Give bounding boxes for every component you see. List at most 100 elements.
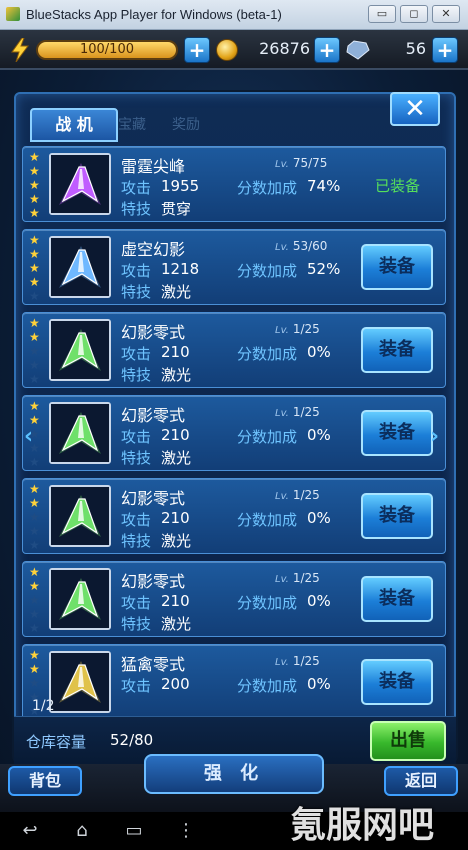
star-rating: ★ ★ ★ ★ ★: [29, 234, 43, 304]
star-icon: ★: [29, 593, 40, 607]
ship-thumbnail: [49, 402, 111, 464]
equip-button[interactable]: 装备: [361, 327, 433, 373]
ship-card[interactable]: ★ ★ ★ ★ ★ 幻影零式 Lv. 1/25 攻击 210 分数加成 0% 特技 激光 …: [22, 395, 446, 471]
attack-value: 210: [161, 592, 190, 610]
fighter-ship-icon: [51, 570, 109, 628]
ship-level: Lv. 75/75: [275, 156, 328, 170]
attack-label: 攻击: [121, 179, 152, 197]
ship-card[interactable]: ★ ★ ★ ★ ★ 猛禽零式 Lv. 1/25 攻击 200 分数加成 0% 装备: [22, 644, 446, 716]
star-icon: ★: [29, 330, 40, 344]
attack-label: 攻击: [121, 345, 152, 363]
add-gems-button[interactable]: +: [432, 37, 458, 63]
home-nav-icon[interactable]: ⌂: [68, 820, 96, 842]
add-energy-button[interactable]: +: [184, 37, 210, 63]
watermark: 氪服网吧: [290, 805, 435, 846]
ship-card[interactable]: ★ ★ ★ ★ ★ 雷霆尖峰 Lv. 75/75 攻击 1955 分数加成 74% 特技 …: [22, 146, 446, 222]
fighter-ship-icon: [51, 653, 109, 711]
fighter-ship-icon: [51, 487, 109, 545]
star-rating: ★ ★ ★ ★ ★: [29, 483, 43, 553]
star-icon: ★: [29, 316, 40, 330]
ship-card[interactable]: ★ ★ ★ ★ ★ 虚空幻影 Lv. 53/60 攻击 1218 分数加成 52% 特技 …: [22, 229, 446, 305]
star-icon: ★: [29, 164, 40, 178]
ship-name: 幻影零式: [121, 572, 186, 591]
star-icon: ★: [29, 565, 40, 579]
star-icon: ★: [29, 358, 40, 372]
bonus-label: 分数加成: [237, 428, 298, 446]
ship-card[interactable]: ★ ★ ★ ★ ★ 幻影零式 Lv. 1/25 攻击 210 分数加成 0% 特技 激光 …: [22, 312, 446, 388]
back-nav-icon[interactable]: ↩: [16, 820, 44, 842]
menu-nav-icon[interactable]: ⋮: [172, 820, 200, 842]
window-title: BlueStacks App Player for Windows (beta-…: [26, 7, 282, 22]
star-rating: ★ ★ ★ ★ ★: [29, 317, 43, 387]
emulator-window: BlueStacks App Player for Windows (beta-…: [0, 0, 468, 850]
recent-apps-icon[interactable]: ▭: [120, 820, 148, 842]
fighter-ship-icon: [51, 321, 109, 379]
bonus-label: 分数加成: [237, 262, 298, 280]
prev-page-arrow-icon[interactable]: ‹: [24, 424, 38, 454]
tab-treasure-hidden: 宝藏: [118, 117, 146, 133]
skill-value: 激光: [161, 532, 192, 550]
skill-label: 特技: [121, 615, 152, 633]
attack-value: 1955: [161, 177, 200, 195]
tab-fighters[interactable]: 战 机: [30, 108, 118, 142]
storage-value: 52/80: [110, 731, 154, 749]
bonus-label: 分数加成: [237, 677, 298, 695]
bonus-value: 0%: [307, 343, 331, 361]
star-icon: ★: [29, 178, 40, 192]
ship-name: 虚空幻影: [121, 240, 186, 259]
attack-label: 攻击: [121, 677, 152, 695]
ship-level: Lv. 1/25: [275, 488, 320, 502]
star-icon: ★: [29, 289, 40, 303]
fighter-ship-icon: [51, 238, 109, 296]
equip-button[interactable]: 装备: [361, 410, 433, 456]
minimize-button[interactable]: ▭: [368, 5, 396, 23]
bag-button[interactable]: 背包: [8, 766, 82, 796]
coin-count: 26876: [259, 39, 310, 58]
close-panel-button[interactable]: ✕: [390, 92, 440, 126]
attack-value: 1218: [161, 260, 200, 278]
star-icon: ★: [29, 192, 40, 206]
back-button[interactable]: 返回: [384, 766, 458, 796]
equip-button[interactable]: 装备: [361, 244, 433, 290]
star-icon: ★: [29, 510, 40, 524]
attack-value: 210: [161, 426, 190, 444]
sell-button[interactable]: 出售: [370, 721, 446, 761]
attack-value: 210: [161, 343, 190, 361]
lightning-icon: [11, 38, 29, 62]
skill-value: 激光: [161, 449, 192, 467]
equip-button[interactable]: 装备: [361, 493, 433, 539]
window-titlebar: BlueStacks App Player for Windows (beta-…: [0, 0, 468, 30]
bonus-label: 分数加成: [237, 511, 298, 529]
enhance-button[interactable]: 强 化: [144, 754, 324, 794]
bonus-value: 0%: [307, 675, 331, 693]
energy-bar: 100/100: [36, 40, 178, 60]
star-icon: ★: [29, 261, 40, 275]
skill-label: 特技: [121, 449, 152, 467]
skill-value: 激光: [161, 283, 192, 301]
skill-value: 激光: [161, 366, 192, 384]
skill-label: 特技: [121, 366, 152, 384]
maximize-button[interactable]: ◻: [400, 5, 428, 23]
next-page-arrow-icon[interactable]: ›: [430, 424, 444, 454]
attack-label: 攻击: [121, 511, 152, 529]
star-icon: ★: [29, 607, 40, 621]
add-coins-button[interactable]: +: [314, 37, 340, 63]
bluestacks-icon: [6, 7, 20, 21]
star-rating: ★ ★ ★ ★ ★: [29, 566, 43, 636]
equip-button[interactable]: 装备: [361, 659, 433, 705]
star-icon: ★: [29, 344, 40, 358]
equip-button[interactable]: 装备: [361, 576, 433, 622]
ship-list[interactable]: ★ ★ ★ ★ ★ 雷霆尖峰 Lv. 75/75 攻击 1955 分数加成 74% 特技 …: [22, 146, 446, 716]
ship-card[interactable]: ★ ★ ★ ★ ★ 幻影零式 Lv. 1/25 攻击 210 分数加成 0% 特技 激光 …: [22, 561, 446, 637]
star-icon: ★: [29, 621, 40, 635]
ship-name: 幻影零式: [121, 489, 186, 508]
ship-card[interactable]: ★ ★ ★ ★ ★ 幻影零式 Lv. 1/25 攻击 210 分数加成 0% 特技 激光 …: [22, 478, 446, 554]
ship-level: Lv. 1/25: [275, 405, 320, 419]
close-window-button[interactable]: ✕: [432, 5, 460, 23]
skill-label: 特技: [121, 532, 152, 550]
coin-icon: [216, 39, 238, 61]
bonus-value: 74%: [307, 177, 341, 195]
star-icon: ★: [29, 372, 40, 386]
ship-name: 雷霆尖峰: [121, 157, 186, 176]
energy-value: 100/100: [79, 42, 134, 57]
